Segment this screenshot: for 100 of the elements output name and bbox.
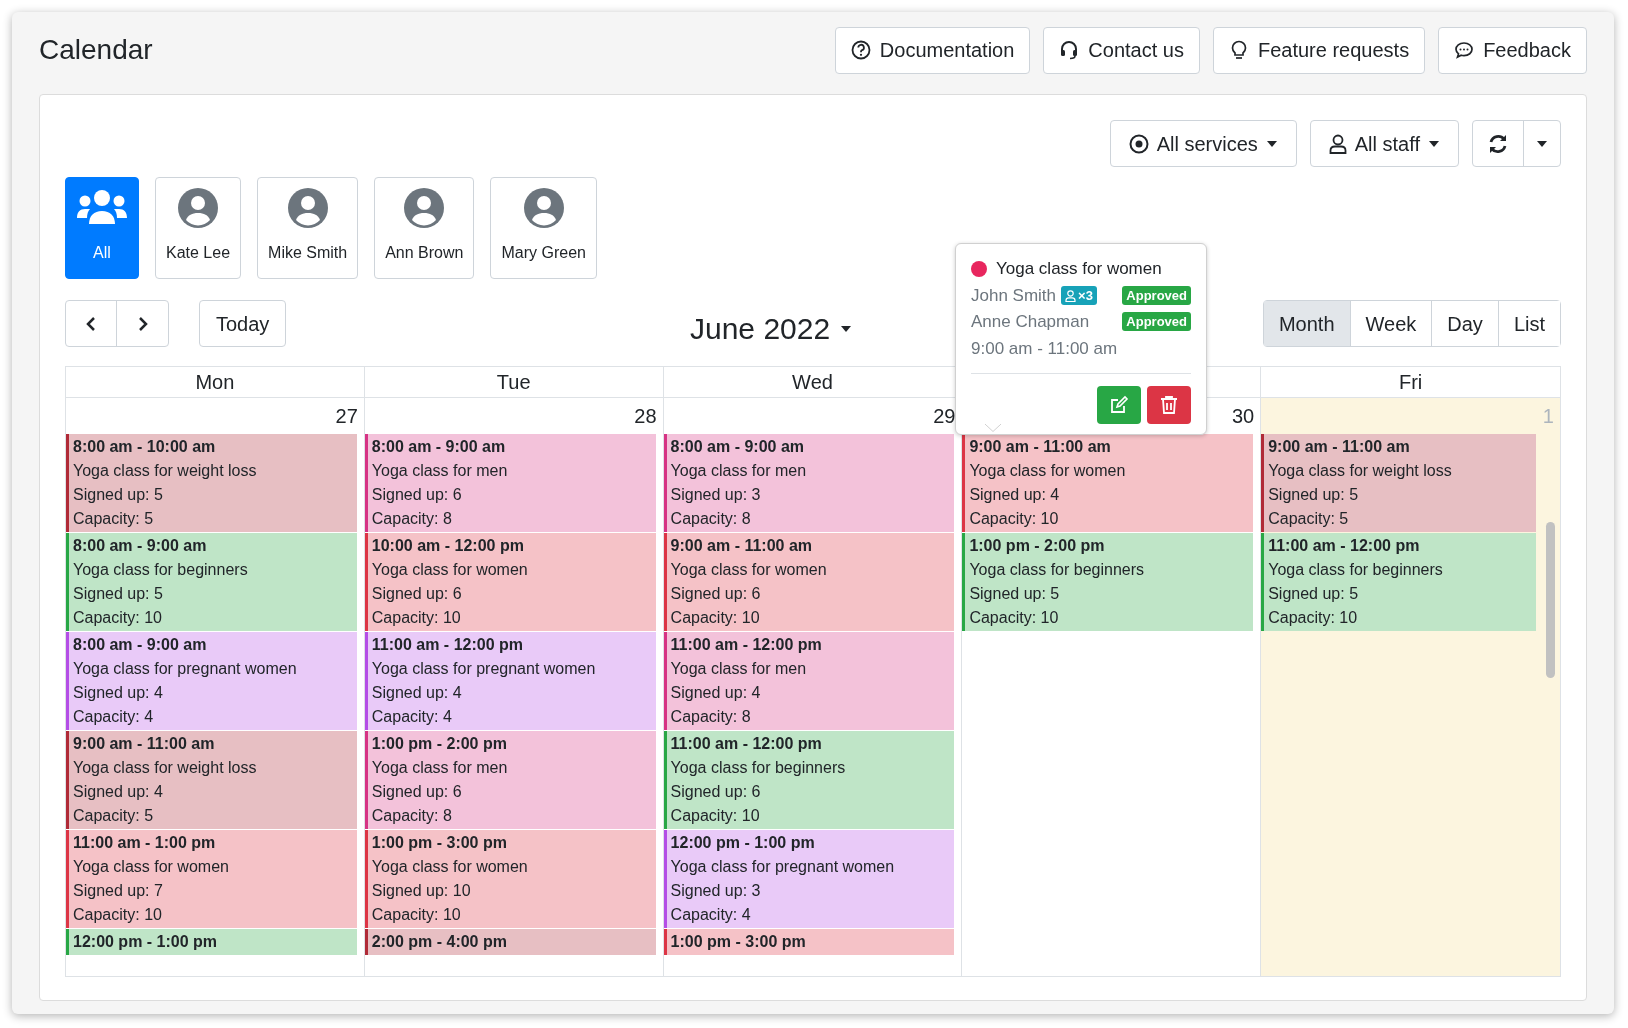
event-signups: Signed up: 6	[670, 782, 762, 802]
event-signups: Signed up: 5	[1268, 584, 1360, 604]
services-dropdown[interactable]: All services	[1109, 120, 1297, 167]
event-capacity: Capacity: 5	[73, 806, 155, 826]
event-title: Yoga class for pregnant women	[371, 659, 596, 679]
popover-pointer	[985, 424, 1001, 432]
header-button[interactable]: Feature requests	[1212, 26, 1426, 74]
event-signups: Signed up: 6	[371, 485, 463, 505]
guests-badge: ×3	[1061, 286, 1097, 305]
caret-icon	[1428, 139, 1440, 148]
staff-button[interactable]: Mike Smith	[257, 177, 359, 279]
event-card[interactable]: 9:00 am - 11:00 am Yoga class for women Signed up: 4 Capacity: 10	[962, 434, 1254, 532]
event-time: 9:00 am - 11:00 am	[969, 437, 1112, 457]
staff-button[interactable]: All	[65, 177, 139, 279]
event-time: 12:00 pm - 1:00 pm	[73, 932, 218, 952]
event-capacity: Capacity: 10	[371, 905, 462, 925]
event-card[interactable]: 11:00 am - 12:00 pm Yoga class for pregnant women Signed up: 4 Capacity: 4	[364, 632, 656, 730]
event-capacity: Capacity: 10	[969, 608, 1060, 628]
event-capacity: Capacity: 10	[670, 608, 761, 628]
event-card[interactable]: 1:00 pm - 3:00 pm	[663, 929, 955, 955]
event-signups: Signed up: 5	[73, 485, 164, 505]
event-capacity: Capacity: 10	[1268, 608, 1359, 628]
edit-icon	[1109, 395, 1129, 415]
event-card[interactable]: 10:00 am - 12:00 pm Yoga class for women Signed up: 6 Capacity: 10	[364, 533, 656, 631]
view-tab[interactable]: List	[1497, 301, 1560, 346]
event-signups: Signed up: 7	[73, 881, 164, 901]
event-card[interactable]: 8:00 am - 9:00 am Yoga class for men Signed up: 6 Capacity: 8	[364, 434, 656, 532]
avatar-icon	[404, 188, 445, 228]
person-icon	[1065, 289, 1077, 302]
event-card[interactable]: 2:00 pm - 4:00 pm	[364, 929, 656, 955]
avatar-icon	[178, 188, 219, 228]
header-button[interactable]: Feedback	[1438, 26, 1587, 74]
weekday-header: Mon	[195, 370, 235, 395]
header-button[interactable]: Documentation	[834, 26, 1031, 74]
weekday-header: Wed	[792, 370, 833, 395]
delete-button[interactable]	[1147, 386, 1191, 424]
event-capacity: Capacity: 10	[670, 806, 761, 826]
event-time: 2:00 pm - 4:00 pm	[371, 932, 507, 952]
chat-icon	[1454, 40, 1475, 60]
event-capacity: Capacity: 5	[73, 509, 155, 529]
event-card[interactable]: 11:00 am - 12:00 pm Yoga class for men Signed up: 4 Capacity: 8	[663, 632, 955, 730]
event-card[interactable]: 12:00 pm - 1:00 pm	[66, 929, 357, 955]
headset-icon	[1059, 40, 1080, 60]
event-signups: Signed up: 4	[73, 782, 164, 802]
event-title: Yoga class for men	[670, 461, 807, 481]
event-signups: Signed up: 4	[969, 485, 1061, 505]
event-card[interactable]: 1:00 pm - 3:00 pm Yoga class for women Signed up: 10 Capacity: 10	[364, 830, 656, 928]
event-capacity: Capacity: 4	[73, 707, 155, 727]
event-card[interactable]: 9:00 am - 11:00 am Yoga class for weight loss Signed up: 5 Capacity: 5	[1261, 434, 1536, 532]
help-icon	[850, 40, 871, 60]
event-card[interactable]: 12:00 pm - 1:00 pm Yoga class for pregnant women Signed up: 3 Capacity: 4	[663, 830, 955, 928]
event-card[interactable]: 1:00 pm - 2:00 pm Yoga class for beginners Signed up: 5 Capacity: 10	[962, 533, 1254, 631]
event-card[interactable]: 1:00 pm - 2:00 pm Yoga class for men Signed up: 6 Capacity: 8	[364, 731, 656, 829]
scrollbar[interactable]	[1546, 522, 1555, 678]
event-time: 8:00 am - 9:00 am	[371, 437, 507, 457]
period-dropdown[interactable]: June 2022	[690, 306, 853, 351]
event-signups: Signed up: 4	[371, 683, 463, 703]
event-time: 9:00 am - 11:00 am	[670, 536, 813, 556]
staff-dropdown[interactable]: All staff	[1309, 120, 1459, 167]
event-card[interactable]: 8:00 am - 9:00 am Yoga class for men Signed up: 3 Capacity: 8	[663, 434, 955, 532]
event-card[interactable]: 11:00 am - 12:00 pm Yoga class for beginners Signed up: 5 Capacity: 10	[1261, 533, 1536, 631]
event-title: Yoga class for pregnant women	[73, 659, 297, 679]
event-time: 9:00 am - 11:00 am	[73, 734, 216, 754]
event-title: Yoga class for women	[371, 560, 528, 580]
today-button[interactable]: Today	[199, 300, 287, 347]
event-time: 1:00 pm - 2:00 pm	[969, 536, 1106, 556]
event-title: Yoga class for beginners	[1268, 560, 1443, 580]
staff-button[interactable]: Kate Lee	[155, 177, 242, 279]
event-time: 1:00 pm - 3:00 pm	[670, 932, 806, 952]
event-signups: Signed up: 5	[1268, 485, 1360, 505]
event-card[interactable]: 9:00 am - 11:00 am Yoga class for women Signed up: 6 Capacity: 10	[663, 533, 955, 631]
event-title: Yoga class for beginners	[969, 560, 1145, 580]
event-time: 11:00 am - 12:00 pm	[1268, 536, 1421, 556]
event-title: Yoga class for women	[670, 560, 827, 580]
event-time: 8:00 am - 9:00 am	[73, 635, 208, 655]
event-time: 1:00 pm - 3:00 pm	[371, 833, 508, 853]
day-number[interactable]: 28	[364, 398, 663, 434]
header-button[interactable]: Contact us	[1043, 26, 1200, 74]
event-time: 11:00 am - 12:00 pm	[371, 635, 524, 655]
day-number[interactable]: 27	[66, 398, 364, 434]
event-card[interactable]: 9:00 am - 11:00 am Yoga class for weight loss Signed up: 4 Capacity: 5	[66, 731, 357, 829]
event-signups: Signed up: 4	[73, 683, 164, 703]
event-card[interactable]: 8:00 am - 9:00 am Yoga class for pregnant women Signed up: 4 Capacity: 4	[66, 632, 357, 730]
event-card[interactable]: 8:00 am - 10:00 am Yoga class for weight loss Signed up: 5 Capacity: 5	[66, 434, 357, 532]
event-card[interactable]: 11:00 am - 1:00 pm Yoga class for women Signed up: 7 Capacity: 10	[66, 830, 357, 928]
event-capacity: Capacity: 4	[670, 905, 752, 925]
staff-button[interactable]: Mary Green	[490, 177, 597, 279]
event-time: 10:00 am - 12:00 pm	[371, 536, 525, 556]
view-tab[interactable]: Month	[1263, 301, 1350, 346]
event-title: Yoga class for women	[371, 857, 528, 877]
staff-button[interactable]: Ann Brown	[374, 177, 475, 279]
edit-button[interactable]	[1097, 386, 1141, 424]
event-title: Yoga class for weight loss	[1268, 461, 1452, 481]
event-title: Yoga class for men	[371, 461, 508, 481]
event-card[interactable]: 8:00 am - 9:00 am Yoga class for beginners Signed up: 5 Capacity: 10	[66, 533, 357, 631]
event-card[interactable]: 11:00 am - 12:00 pm Yoga class for beginners Signed up: 6 Capacity: 10	[663, 731, 955, 829]
event-capacity: Capacity: 5	[1268, 509, 1350, 529]
event-capacity: Capacity: 4	[371, 707, 453, 727]
event-time: 11:00 am - 12:00 pm	[670, 734, 823, 754]
event-time: 11:00 am - 1:00 pm	[73, 833, 217, 853]
